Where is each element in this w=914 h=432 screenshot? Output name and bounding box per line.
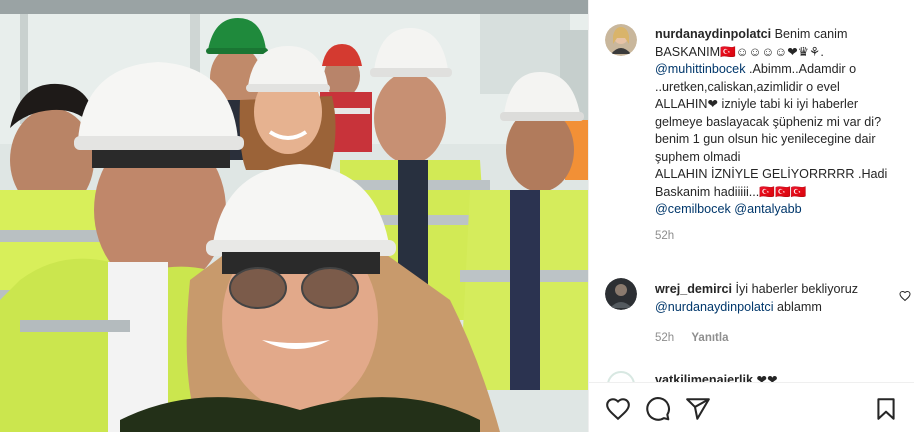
- commenter-username[interactable]: wrej_demirci: [655, 282, 732, 296]
- comment-text: wrej_demirci İyi haberler bekliyoruz @nu…: [655, 280, 895, 316]
- heart-icon[interactable]: [605, 396, 631, 422]
- bookmark-icon[interactable]: [873, 396, 899, 422]
- caption-line-6: gelmeye baslayacak şüpheniz mi var di?: [655, 114, 882, 129]
- caption-text: nurdanaydinpolatci Benim canim BASKANIM🇹…: [655, 26, 905, 245]
- caption-mention-muhittinbocek[interactable]: @muhittinbocek: [655, 62, 746, 76]
- commenter-avatar[interactable]: [605, 278, 637, 310]
- caption-timestamp[interactable]: 52h: [655, 228, 905, 246]
- comment-line-1: İyi haberler bekliyoruz: [735, 282, 859, 296]
- next-comment-item: vatkilimenajerlik ❤❤: [605, 368, 905, 382]
- next-comment-preview: vatkilimenajerlik ❤❤: [655, 372, 778, 382]
- caption-line-4: ..uretken,caliskan,azimlidir o evel: [655, 79, 840, 94]
- author-avatar[interactable]: [605, 24, 637, 56]
- next-commenter-username[interactable]: vatkilimenajerlik: [655, 373, 753, 382]
- selfie-construction-workers-image: [0, 0, 588, 432]
- caption-line-10: Baskanim hadiiiii...🇹🇷🇹🇷🇹🇷: [655, 184, 807, 199]
- post-photo[interactable]: [0, 0, 588, 432]
- caption-line-3: .Abimm..Adamdir o: [745, 62, 857, 76]
- caption-line-1: Benim canim: [774, 27, 848, 41]
- paper-plane-icon[interactable]: [685, 396, 711, 422]
- comments-panel: nurdanaydinpolatci Benim canim BASKANIM🇹…: [588, 0, 914, 432]
- caption-line-8: şuphem olmadi: [655, 149, 741, 164]
- next-commenter-avatar[interactable]: [607, 371, 635, 382]
- caption-mention-antalyabb[interactable]: @antalyabb: [734, 202, 801, 216]
- caption-line-9: ALLAHIN İZNİYLE GELİYORRRRR .Hadi: [655, 167, 888, 181]
- next-comment-text: ❤❤: [756, 373, 778, 382]
- caption-author-username[interactable]: nurdanaydinpolatci: [655, 27, 771, 41]
- author-avatar-image: [605, 24, 637, 56]
- caption-line-5: ALLAHIN❤ izniyle tabi ki iyi haberler: [655, 97, 859, 111]
- comment-timestamp[interactable]: 52h: [655, 332, 674, 344]
- commenter-avatar-image: [605, 278, 637, 310]
- reply-button[interactable]: Yanıtla: [691, 332, 728, 344]
- post-action-bar: [589, 382, 914, 432]
- comment-line-2: ablamm: [777, 300, 822, 314]
- comment-meta: 52h Yanıtla: [655, 332, 895, 344]
- comment-mention[interactable]: @nurdanaydinpolatci: [655, 300, 774, 314]
- comment-list[interactable]: nurdanaydinpolatci Benim canim BASKANIM🇹…: [589, 0, 914, 382]
- comment-like-heart-icon[interactable]: [899, 289, 911, 302]
- comment-bubble-icon[interactable]: [645, 396, 671, 422]
- caption-mention-cemilbocek[interactable]: @cemilbocek: [655, 202, 731, 216]
- caption-line-7: benim 1 gun olsun hic yenilecegine dair: [655, 132, 876, 146]
- caption-line-2: BASKANIM🇹🇷☺☺☺☺❤♛⚘.: [655, 44, 824, 59]
